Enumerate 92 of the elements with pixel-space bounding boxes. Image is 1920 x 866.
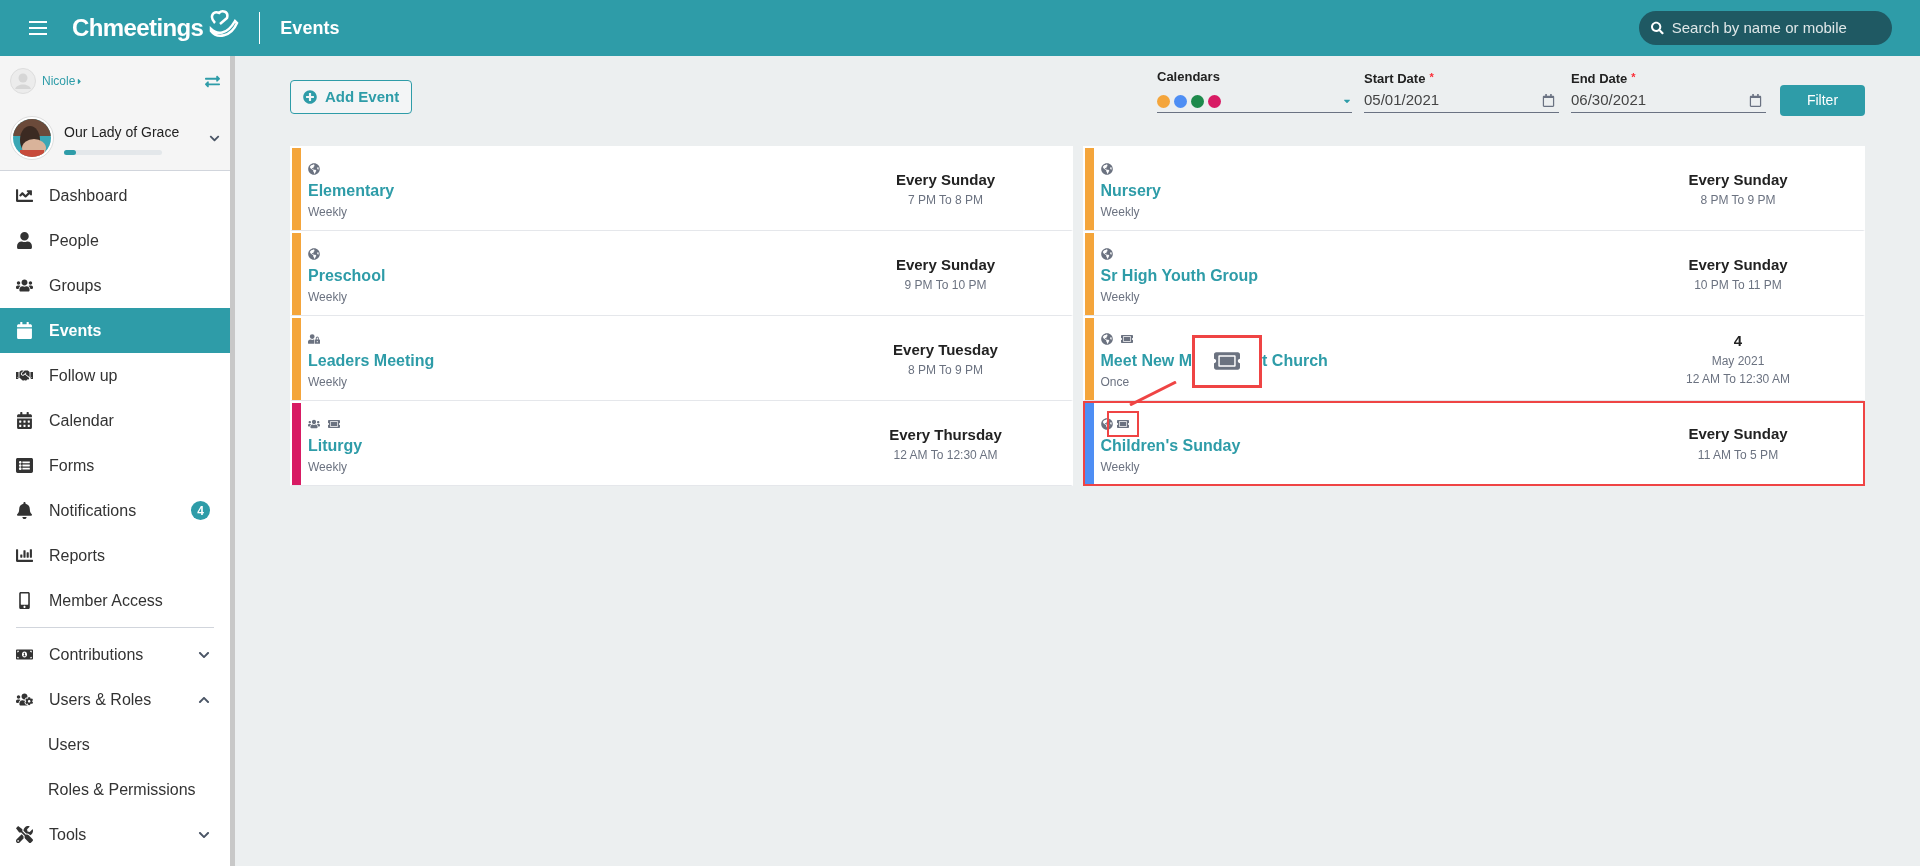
search-field[interactable]: Search by name or mobile	[1671, 16, 1880, 40]
time-text: 12 AM To 12:30 AM	[893, 447, 998, 465]
recurrence-text: Weekly	[1100, 204, 1141, 221]
banknote-icon	[16, 646, 33, 663]
sidebar-item[interactable]: Forms	[0, 443, 230, 488]
person-icon	[16, 232, 33, 249]
field-label: Calendars	[1157, 68, 1221, 87]
sidebar-item[interactable]: Reports	[0, 533, 230, 578]
user-lock-icon	[308, 333, 320, 345]
field-label: End Date	[1571, 70, 1628, 89]
event-card[interactable]: Sr High Youth Group Weekly Every Sunday 10 PM To 11 PM	[1082, 231, 1865, 316]
sidebar-subitem[interactable]: Roles & Permissions	[0, 767, 230, 812]
time-text: 11 AM To 5 PM	[1697, 446, 1779, 464]
event-card[interactable]: Children's Sunday Weekly Every Sunday 11 AM To 5 PM	[1082, 401, 1865, 486]
sidebar-item[interactable]: Users & Roles	[0, 677, 230, 722]
search-bar[interactable]: Search by name or mobile	[1639, 11, 1892, 45]
sidebar-item[interactable]: Notifications 4	[0, 488, 230, 533]
globe-icon	[1100, 418, 1113, 430]
globe-icon	[308, 248, 320, 260]
sidebar-item[interactable]: Follow up	[0, 353, 230, 398]
day-text: Every Sunday	[1688, 424, 1788, 445]
globe-icon	[1100, 333, 1113, 345]
sidebar-subitem[interactable]: Users	[0, 722, 230, 767]
count-badge: 4	[191, 501, 210, 520]
handshake-icon	[16, 367, 33, 384]
day-text: Every Sunday	[895, 254, 996, 275]
recurrence-text: Weekly	[1100, 459, 1141, 476]
page-title: Events	[280, 16, 340, 40]
recurrence-text: Weekly	[308, 374, 349, 391]
day-text: Every Thursday	[889, 424, 1002, 445]
globe-icon	[308, 163, 320, 175]
field-label: Start Date	[1364, 70, 1426, 89]
event-card[interactable]: Elementary Weekly Every Sunday 7 PM To 8 PM	[290, 146, 1073, 231]
switch-icon[interactable]	[205, 73, 220, 89]
recurrence-text: Weekly	[308, 289, 349, 306]
sidebar-item[interactable]: Dashboard	[0, 173, 230, 218]
date-field[interactable]: 06/30/2021	[1571, 88, 1766, 113]
event-card[interactable]: Preschool Weekly Every Sunday 9 PM To 10 PM	[290, 231, 1073, 316]
ticket-icon	[1120, 333, 1133, 345]
sidebar-item[interactable]: Member Access	[0, 578, 230, 623]
brand-name: Chmeetings	[72, 13, 204, 43]
calendar-icon	[16, 412, 33, 429]
globe-icon	[1100, 248, 1113, 260]
tools-icon	[16, 826, 33, 843]
recurrence-text: Weekly	[308, 459, 349, 476]
event-card[interactable]: Nursery Weekly Every Sunday 8 PM To 9 PM	[1082, 146, 1865, 231]
recurrence-text: Weekly	[308, 204, 349, 221]
day-text: Every Tuesday	[893, 339, 998, 360]
chart-line-icon	[16, 187, 33, 204]
time-text: 10 PM To 11 PM	[1694, 277, 1782, 295]
avatar-icon	[10, 68, 36, 94]
recurrence-text: Weekly	[1100, 289, 1141, 306]
ticket-icon	[1116, 418, 1129, 430]
phone-icon	[16, 592, 33, 609]
leader-line	[1128, 381, 1178, 406]
people-icon	[16, 277, 33, 294]
day-text: Every Sunday	[895, 169, 996, 190]
ticket-icon	[328, 418, 340, 430]
sidebar-item[interactable]: Calendar	[0, 398, 230, 443]
sidebar-item[interactable]: Groups	[0, 263, 230, 308]
recurrence-text: Once	[1100, 374, 1131, 391]
people-icon	[308, 418, 320, 430]
day-number: 4	[1733, 330, 1743, 351]
calendar-icon	[1542, 93, 1555, 107]
event-card[interactable]: Leaders Meeting Weekly Every Tuesday 8 PM To 9 PM	[290, 316, 1073, 401]
time-text: 12 AM To 12:30 AM	[1686, 371, 1790, 389]
date-field[interactable]: 05/01/2021	[1364, 88, 1559, 113]
required-mark: *	[1631, 70, 1636, 86]
bar-chart-icon	[16, 547, 33, 564]
heart-hand-logo-icon	[207, 9, 240, 39]
sidebar-item[interactable]: Tools	[0, 812, 230, 857]
sidebar-item[interactable]: Contributions	[0, 632, 230, 677]
day-text: Every Sunday	[1688, 169, 1788, 190]
time-text: 7 PM To 8 PM	[907, 192, 984, 210]
month-text: May 2021	[1711, 353, 1765, 371]
event-card[interactable]: Liturgy Weekly Every Thursday 12 AM To 12:30 AM	[290, 401, 1073, 486]
globe-icon	[1100, 163, 1113, 175]
sidebar-item[interactable]: People	[0, 218, 230, 263]
calendar-icon	[16, 322, 33, 339]
time-text: 8 PM To 9 PM	[907, 362, 984, 380]
list-icon	[16, 457, 33, 474]
bell-icon	[16, 502, 33, 519]
church-name: Our Lady of Grace	[64, 122, 181, 142]
day-text: Every Sunday	[1688, 254, 1788, 275]
calendar-icon	[1749, 93, 1762, 107]
menu-icon[interactable]	[28, 20, 48, 36]
search-icon	[1651, 21, 1664, 35]
required-mark: *	[1429, 70, 1434, 86]
time-text: 8 PM To 9 PM	[1700, 192, 1776, 210]
time-text: 9 PM To 10 PM	[904, 277, 987, 295]
users-gear-icon	[16, 691, 33, 708]
plus-icon	[303, 90, 317, 104]
